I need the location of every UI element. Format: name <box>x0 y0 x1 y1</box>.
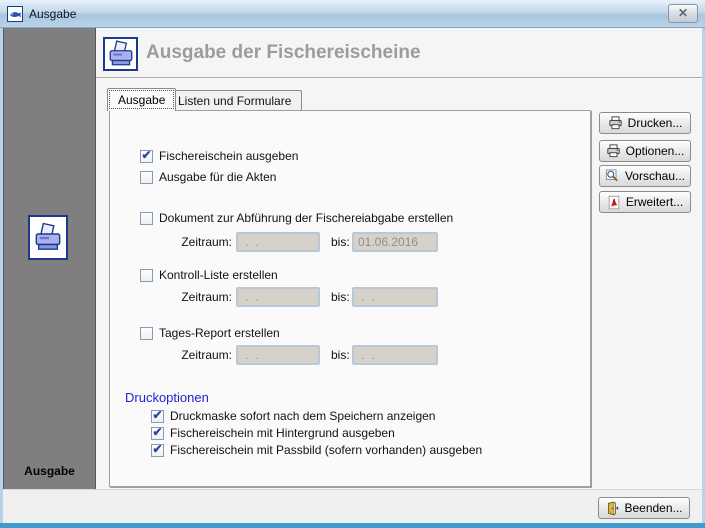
tages-zeitraum-bis-field <box>352 345 438 365</box>
printer-icon <box>34 222 62 253</box>
page-title: Ausgabe der Fischereischeine <box>146 42 421 64</box>
kontroll-zeitraum-von-field <box>236 287 320 307</box>
sidebar-module-ausgabe[interactable] <box>28 215 68 260</box>
abgabe-zeitraum-bis-field <box>352 232 438 252</box>
sidebar: Ausgabe <box>3 28 96 489</box>
bis-label: bis: <box>331 345 350 365</box>
magnifier-icon <box>605 169 620 183</box>
checkbox-passbild[interactable]: ✔ <box>151 444 164 457</box>
check-icon: ✔ <box>141 149 151 161</box>
sidebar-label: Ausgabe <box>4 464 95 478</box>
tab-ausgabe[interactable]: Ausgabe <box>107 88 176 111</box>
bis-label: bis: <box>331 232 350 252</box>
checkbox-label: Dokument zur Abführung der Fischereiabga… <box>159 211 453 225</box>
title-bar: Ausgabe ✕ <box>0 0 705 28</box>
close-icon[interactable]: ✕ <box>668 4 698 23</box>
app-icon <box>7 6 23 22</box>
checkbox-kontroll-liste[interactable] <box>140 269 153 282</box>
druckoptionen-heading: Druckoptionen <box>125 390 209 405</box>
checkbox-tages-report[interactable] <box>140 327 153 340</box>
checkbox-label: Fischereischein mit Hintergrund ausgeben <box>170 426 395 440</box>
button-label: Erweitert... <box>626 195 683 209</box>
checkbox-label: Druckmaske sofort nach dem Speichern anz… <box>170 409 435 423</box>
button-label: Beenden... <box>624 501 682 515</box>
button-label: Optionen... <box>626 144 685 158</box>
button-label: Vorschau... <box>625 169 685 183</box>
check-icon: ✔ <box>152 426 162 438</box>
check-icon: ✔ <box>152 409 162 421</box>
checkbox-label: Ausgabe für die Akten <box>159 170 276 184</box>
button-label: Drucken... <box>628 116 683 130</box>
window-border-bottom <box>0 523 705 528</box>
header-printer-icon-box <box>103 37 138 71</box>
zeitraum-label: Zeitraum: <box>140 287 232 307</box>
checkbox-label: Tages-Report erstellen <box>159 326 280 340</box>
checkbox-label: Fischereischein mit Passbild (sofern vor… <box>170 443 482 457</box>
printer-icon <box>606 144 621 158</box>
zeitraum-label: Zeitraum: <box>140 345 232 365</box>
erweitert-button[interactable]: Erweitert... <box>599 191 691 213</box>
checkbox-ausgabe-fuer-die-akten[interactable] <box>140 171 153 184</box>
checkbox-label: Kontroll-Liste erstellen <box>159 268 278 282</box>
tages-zeitraum-von-field <box>236 345 320 365</box>
zeitraum-label: Zeitraum: <box>140 232 232 252</box>
optionen-button[interactable]: Optionen... <box>599 140 691 162</box>
abgabe-zeitraum-von-field <box>236 232 320 252</box>
window-title: Ausgabe <box>29 7 76 21</box>
kontroll-zeitraum-bis-field <box>352 287 438 307</box>
pdf-icon <box>607 195 621 210</box>
printer-icon <box>108 40 134 68</box>
exit-door-icon <box>605 501 619 516</box>
checkbox-druckmaske[interactable]: ✔ <box>151 410 164 423</box>
check-icon: ✔ <box>152 443 162 455</box>
header-separator <box>96 77 702 79</box>
checkbox-label: Fischereischein ausgeben <box>159 149 298 163</box>
tab-listen-und-formulare[interactable]: Listen und Formulare <box>167 90 302 111</box>
printer-icon <box>608 116 623 130</box>
app-window: Ausgabe ✕ Ausgabe Ausgabe der Fischereis… <box>0 0 705 528</box>
bis-label: bis: <box>331 287 350 307</box>
checkbox-hintergrund[interactable]: ✔ <box>151 427 164 440</box>
vorschau-button[interactable]: Vorschau... <box>599 165 691 187</box>
drucken-button[interactable]: Drucken... <box>599 112 691 134</box>
checkbox-fischereischein-ausgeben[interactable]: ✔ <box>140 150 153 163</box>
beenden-button[interactable]: Beenden... <box>598 497 690 519</box>
checkbox-fischereiabgabe-dokument[interactable] <box>140 212 153 225</box>
